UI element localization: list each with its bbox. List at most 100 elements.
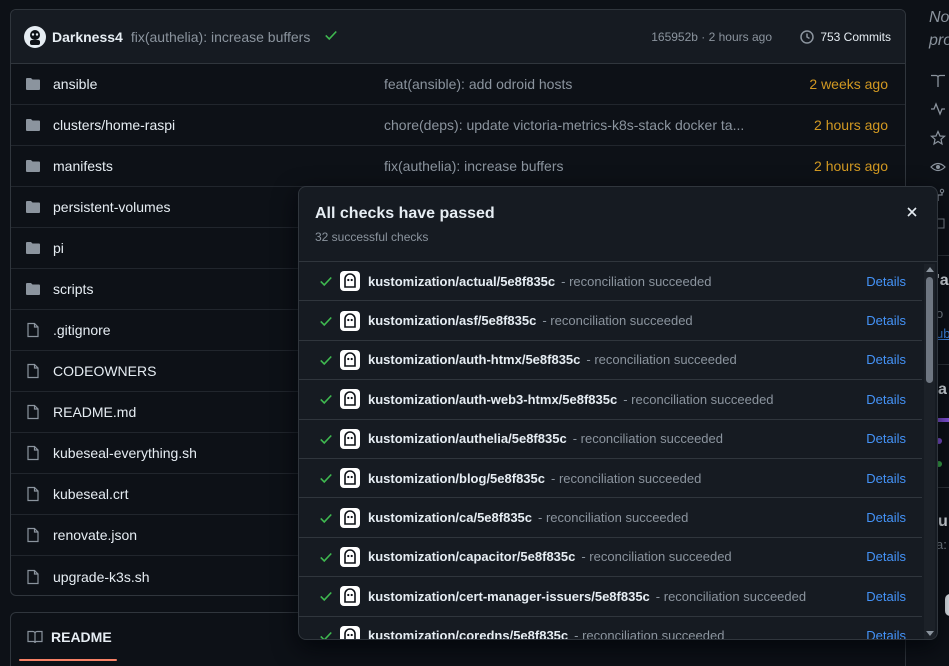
check-details-link[interactable]: Details <box>866 352 906 367</box>
check-row: kustomization/asf/5e8f835c - reconciliat… <box>299 301 922 341</box>
check-name: kustomization/cert-manager-issuers/5e8f8… <box>368 588 650 604</box>
check-details-link[interactable]: Details <box>866 392 906 407</box>
file-row[interactable]: clusters/home-raspi chore(deps): update … <box>11 105 905 146</box>
popover-header: All checks have passed 32 successful che… <box>299 187 937 262</box>
flux-app-icon <box>340 349 360 370</box>
check-icon <box>319 314 333 328</box>
file-icon <box>25 445 41 461</box>
check-details-link[interactable]: Details <box>866 549 906 564</box>
checks-popover: All checks have passed 32 successful che… <box>298 186 938 640</box>
check-row: kustomization/actual/5e8f835c - reconcil… <box>299 262 922 302</box>
commit-meta[interactable]: 165952b · 2 hours ago <box>651 30 772 44</box>
popover-title: All checks have passed <box>315 205 495 222</box>
commit-message[interactable]: fix(authelia): increase buffers <box>131 29 311 45</box>
check-name: kustomization/auth-htmx/5e8f835c <box>368 352 581 368</box>
sidebar-heading-fragment: a <box>938 381 947 398</box>
check-icon <box>319 589 333 603</box>
check-name: kustomization/auth-web3-htmx/5e8f835c <box>368 391 618 407</box>
check-details-link[interactable]: Details <box>866 510 906 525</box>
history-icon <box>800 29 815 44</box>
file-icon <box>25 486 41 502</box>
close-icon[interactable] <box>905 205 919 219</box>
file-age: 2 weeks ago <box>809 76 888 92</box>
file-icon <box>25 363 41 379</box>
check-row: kustomization/blog/5e8f835c - reconcilia… <box>299 459 922 499</box>
file-age: 2 hours ago <box>814 158 888 174</box>
check-icon <box>319 432 333 446</box>
file-name[interactable]: scripts <box>53 281 93 297</box>
folder-icon <box>25 240 41 256</box>
sidebar-description-fragment: No <box>929 9 949 26</box>
file-name[interactable]: ansible <box>53 76 97 92</box>
file-row[interactable]: ansible feat(ansible): add odroid hosts … <box>11 64 905 105</box>
check-icon <box>319 629 333 639</box>
latest-commit-bar: Darkness4 fix(authelia): increase buffer… <box>11 10 905 64</box>
flux-app-icon <box>340 625 360 639</box>
readme-tab[interactable]: README <box>27 629 112 645</box>
check-description: - reconciliation succeeded <box>538 510 689 526</box>
commit-author[interactable]: Darkness4 <box>52 29 123 45</box>
file-last-commit[interactable]: feat(ansible): add odroid hosts <box>384 76 572 92</box>
file-name[interactable]: pi <box>53 240 64 256</box>
check-details-link[interactable]: Details <box>866 313 906 328</box>
scroll-up-arrow-icon[interactable] <box>926 267 934 272</box>
eye-icon[interactable] <box>930 159 946 178</box>
file-name[interactable]: manifests <box>53 158 113 174</box>
commits-link[interactable]: 753 Commits <box>799 29 891 45</box>
file-name[interactable]: renovate.json <box>53 527 137 543</box>
file-name[interactable]: .gitignore <box>53 322 111 338</box>
file-last-commit[interactable]: fix(authelia): increase buffers <box>384 158 564 174</box>
file-icon <box>25 569 41 585</box>
check-details-link[interactable]: Details <box>866 431 906 446</box>
file-age: 2 hours ago <box>814 117 888 133</box>
check-row: kustomization/auth-htmx/5e8f835c - recon… <box>299 341 922 381</box>
check-icon <box>319 550 333 564</box>
file-name[interactable]: upgrade-k3s.sh <box>53 569 150 585</box>
check-row: kustomization/authelia/5e8f835c - reconc… <box>299 420 922 459</box>
file-name[interactable]: README.md <box>53 404 136 420</box>
check-details-link[interactable]: Details <box>866 274 906 289</box>
check-icon <box>319 353 333 367</box>
sidebar-heading-fragment: u <box>938 513 948 530</box>
sidebar-avatar[interactable] <box>945 594 949 616</box>
check-details-link[interactable]: Details <box>866 471 906 486</box>
file-row[interactable]: manifests fix(authelia): increase buffer… <box>11 146 905 187</box>
check-name: kustomization/blog/5e8f835c <box>368 470 545 486</box>
flux-app-icon <box>340 546 360 567</box>
flux-app-icon <box>340 586 360 607</box>
file-name[interactable]: kubeseal.crt <box>53 486 128 502</box>
avatar[interactable] <box>24 25 46 48</box>
file-name[interactable]: CODEOWNERS <box>53 363 156 379</box>
flux-app-icon <box>340 428 360 449</box>
check-description: - reconciliation succeeded <box>574 628 725 640</box>
check-description: - reconciliation succeeded <box>572 431 723 447</box>
file-name[interactable]: clusters/home-raspi <box>53 117 175 133</box>
popover-scrollbar[interactable] <box>924 264 935 639</box>
check-icon <box>319 392 333 406</box>
activity-icon[interactable] <box>930 101 946 120</box>
check-description: - reconciliation succeeded <box>561 273 712 289</box>
scroll-down-arrow-icon[interactable] <box>926 631 934 636</box>
check-description: - reconciliation succeeded <box>581 549 732 565</box>
check-description: - reconciliation succeeded <box>551 470 702 486</box>
commits-count: 753 Commits <box>820 29 891 44</box>
check-icon[interactable] <box>324 28 338 45</box>
check-description: - reconciliation succeeded <box>542 313 693 329</box>
check-row: kustomization/cert-manager-issuers/5e8f8… <box>299 577 922 617</box>
file-name[interactable]: persistent-volumes <box>53 199 171 215</box>
check-row: kustomization/capacitor/5e8f835c - recon… <box>299 538 922 578</box>
check-description: - reconciliation succeeded <box>586 352 737 368</box>
folder-icon <box>25 199 41 215</box>
file-name[interactable]: kubeseal-everything.sh <box>53 445 197 461</box>
check-icon <box>319 274 333 288</box>
check-icon <box>319 511 333 525</box>
check-details-link[interactable]: Details <box>866 589 906 604</box>
scroll-thumb[interactable] <box>926 277 933 383</box>
checks-list: kustomization/actual/5e8f835c - reconcil… <box>299 262 922 640</box>
star-icon[interactable] <box>929 130 947 149</box>
flux-app-icon <box>340 389 360 410</box>
file-last-commit[interactable]: chore(deps): update victoria-metrics-k8s… <box>384 117 744 133</box>
readme-icon[interactable] <box>930 73 946 92</box>
check-row: kustomization/auth-web3-htmx/5e8f835c - … <box>299 380 922 420</box>
check-details-link[interactable]: Details <box>866 628 906 639</box>
